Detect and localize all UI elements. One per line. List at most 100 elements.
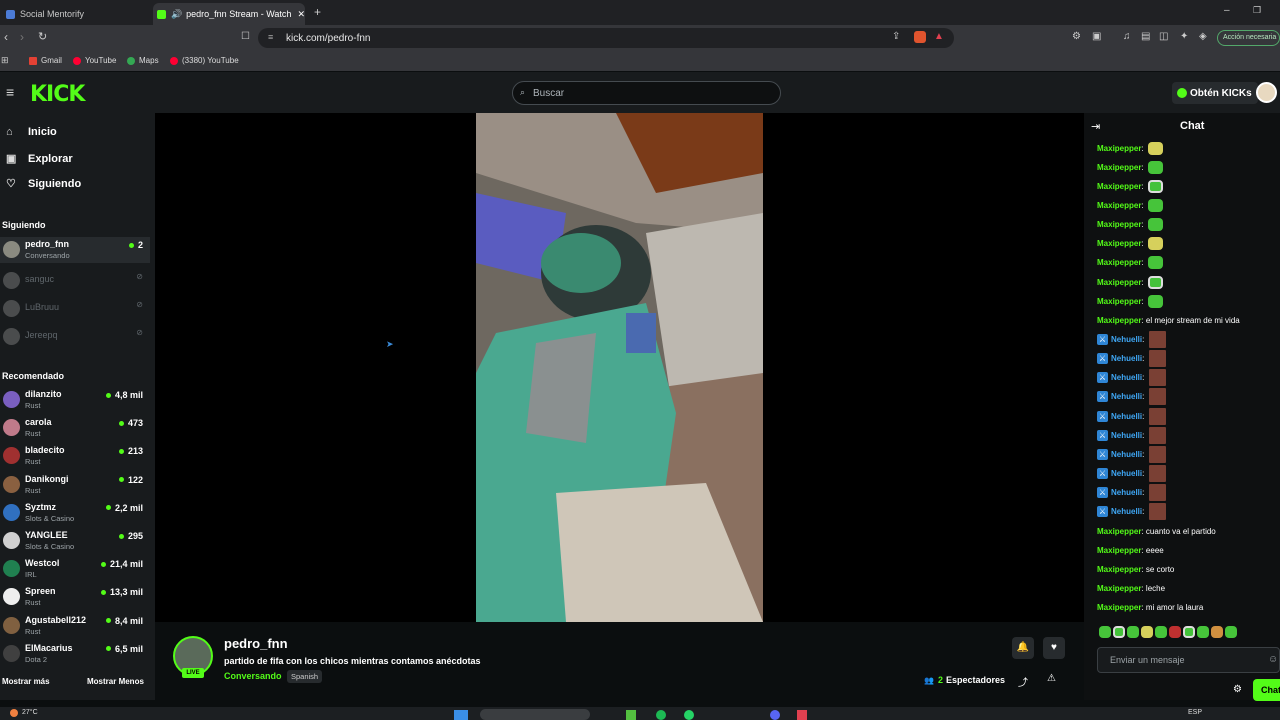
streamer-name[interactable]: pedro_fnn <box>224 636 288 651</box>
nav-explorar[interactable]: ▣ Explorar <box>6 152 73 166</box>
recommended-channel[interactable]: Danikongi Rust 122 <box>0 472 150 498</box>
chat-username[interactable]: Maxipepper <box>1097 603 1141 612</box>
emote-icon[interactable] <box>1169 626 1181 638</box>
chat-username[interactable]: Maxipepper <box>1097 201 1141 210</box>
wallet-icon[interactable]: ◫ <box>1159 31 1168 42</box>
restore-icon[interactable]: ❐ <box>1253 5 1261 16</box>
back-icon[interactable]: ‹ <box>4 30 8 44</box>
emote-icon[interactable] <box>1197 626 1209 638</box>
chat-username[interactable]: Nehuelli <box>1111 354 1142 363</box>
search-input[interactable]: ⌕ Buscar <box>512 81 781 105</box>
emote-icon[interactable] <box>1099 626 1111 638</box>
emote-icon[interactable] <box>1141 626 1153 638</box>
chat-username[interactable]: Maxipepper <box>1097 163 1141 172</box>
spotify-icon[interactable] <box>656 710 666 720</box>
action-needed-button[interactable]: Acción necesaria <box>1217 30 1280 46</box>
get-kicks-button[interactable]: Obtén KICKs <box>1172 82 1258 104</box>
recommended-channel[interactable]: ElMacarius Dota 2 6,5 mil <box>0 641 150 667</box>
chat-username[interactable]: Maxipepper <box>1097 182 1141 191</box>
following-channel-sanguc[interactable]: sanguc ⊘ <box>0 266 150 292</box>
chat-username[interactable]: Nehuelli <box>1111 431 1142 440</box>
new-tab-icon[interactable]: + <box>314 5 321 19</box>
music-icon[interactable]: ♫ <box>1123 31 1131 42</box>
emote-icon[interactable] <box>1225 626 1237 638</box>
browser-tab-kick-stream[interactable]: 🔊 pedro_fnn Stream - Watch Li ✕ <box>153 3 305 25</box>
chat-username[interactable]: Nehuelli <box>1111 450 1142 459</box>
recommended-channel[interactable]: carola Rust 473 <box>0 415 150 441</box>
minimize-icon[interactable]: – <box>1224 5 1230 16</box>
bookmark-gmail[interactable]: Gmail <box>29 56 62 65</box>
show-less-button[interactable]: Mostrar Menos <box>87 677 144 686</box>
chat-username[interactable]: Maxipepper <box>1097 144 1141 153</box>
chat-username[interactable]: Maxipepper <box>1097 316 1141 325</box>
chat-username[interactable]: Nehuelli <box>1111 335 1142 344</box>
brave-icon[interactable] <box>797 710 807 720</box>
taskbar-search[interactable] <box>480 709 590 720</box>
notifications-bell-icon[interactable]: 🔔 <box>1012 637 1034 659</box>
following-channel-jereepq[interactable]: Jereepq ⊘ <box>0 322 150 348</box>
ai-icon[interactable]: ✦ <box>1180 31 1188 42</box>
chat-username[interactable]: Maxipepper <box>1097 565 1141 574</box>
recommended-channel[interactable]: Agustabell212 Rust 8,4 mil <box>0 613 150 639</box>
chat-username[interactable]: Maxipepper <box>1097 220 1141 229</box>
chat-username[interactable]: Maxipepper <box>1097 546 1141 555</box>
report-warning-icon[interactable]: ⚠ <box>1047 673 1056 684</box>
emote-icon[interactable] <box>1211 626 1223 638</box>
keyboard-language[interactable]: ESP <box>1188 709 1202 716</box>
chat-username[interactable]: Maxipepper <box>1097 239 1141 248</box>
extensions-icon[interactable]: ⚙ <box>1072 31 1081 42</box>
recommended-channel[interactable]: Syztmz Slots & Casino 2,2 mil <box>0 500 150 526</box>
sidebar-icon[interactable]: ▤ <box>1141 31 1150 42</box>
emote-icon[interactable] <box>1155 626 1167 638</box>
nav-inicio[interactable]: ⌂ Inicio <box>6 126 57 138</box>
taskbar-app-icon[interactable] <box>626 710 636 720</box>
stream-category[interactable]: Conversando <box>224 671 282 681</box>
user-avatar[interactable] <box>1256 82 1277 103</box>
whatsapp-icon[interactable] <box>684 710 694 720</box>
bookmark-youtube-3380[interactable]: (3380) YouTube <box>170 56 239 65</box>
chat-username[interactable]: Nehuelli <box>1111 373 1142 382</box>
temperature[interactable]: 27°C <box>22 709 38 716</box>
following-channel-pedro-fnn[interactable]: pedro_fnn Conversando 2 <box>0 237 150 263</box>
emoji-picker-icon[interactable]: ☺ <box>1268 648 1278 672</box>
chat-settings-gear-icon[interactable]: ⚙ <box>1233 684 1242 695</box>
follow-heart-icon[interactable]: ♥ <box>1043 637 1065 659</box>
bookmark-maps[interactable]: Maps <box>127 56 159 65</box>
chat-username[interactable]: Nehuelli <box>1111 507 1142 516</box>
recommended-channel[interactable]: dilanzito Rust 4,8 mil <box>0 387 150 413</box>
language-tag[interactable]: Spanish <box>287 670 323 683</box>
chat-username[interactable]: Maxipepper <box>1097 297 1141 306</box>
recommended-channel[interactable]: Westcol IRL 21,4 mil <box>0 556 150 582</box>
chat-username[interactable]: Maxipepper <box>1097 278 1141 287</box>
chat-username[interactable]: Maxipepper <box>1097 527 1141 536</box>
bookmark-youtube[interactable]: YouTube <box>73 56 116 65</box>
reload-icon[interactable]: ↻ <box>38 30 47 43</box>
show-more-button[interactable]: Mostrar más <box>2 677 50 686</box>
site-info-icon[interactable]: ≡ <box>268 32 273 42</box>
chat-username[interactable]: Maxipepper <box>1097 258 1141 267</box>
nav-siguiendo[interactable]: ♡ Siguiendo <box>6 177 81 191</box>
windows-start-icon[interactable] <box>454 710 468 720</box>
emote-icon[interactable] <box>1113 626 1125 638</box>
chat-username[interactable]: Maxipepper <box>1097 584 1141 593</box>
close-tab-icon[interactable]: ✕ <box>297 9 305 20</box>
share-stream-icon[interactable]: ⤴ <box>1018 674 1028 689</box>
recommended-channel[interactable]: Spreen Rust 13,3 mil <box>0 584 150 610</box>
chat-send-button[interactable]: Chat <box>1253 679 1280 701</box>
chat-username[interactable]: Nehuelli <box>1111 392 1142 401</box>
forward-icon[interactable]: › <box>20 30 24 44</box>
recommended-channel[interactable]: YANGLEE Slots & Casino 295 <box>0 528 150 554</box>
kick-logo[interactable]: KICK <box>30 82 85 107</box>
url-field[interactable]: ≡ kick.com/pedro-fnn ⇪ ▲ <box>258 28 954 48</box>
vpn-icon[interactable]: ◈ <box>1199 31 1207 42</box>
chat-username[interactable]: Nehuelli <box>1111 412 1142 421</box>
brave-shield-icon[interactable] <box>914 31 926 43</box>
share-icon[interactable]: ⇪ <box>892 31 900 42</box>
bookmark-icon[interactable]: ☐ <box>241 31 250 42</box>
emote-icon[interactable] <box>1183 626 1195 638</box>
emote-icon[interactable] <box>1127 626 1139 638</box>
menu-icon[interactable]: ≡ <box>6 84 14 100</box>
chat-username[interactable]: Nehuelli <box>1111 488 1142 497</box>
following-channel-lubruuu[interactable]: LuBruuu ⊘ <box>0 294 150 320</box>
chat-message-input[interactable]: Enviar un mensaje ☺ <box>1097 647 1280 673</box>
